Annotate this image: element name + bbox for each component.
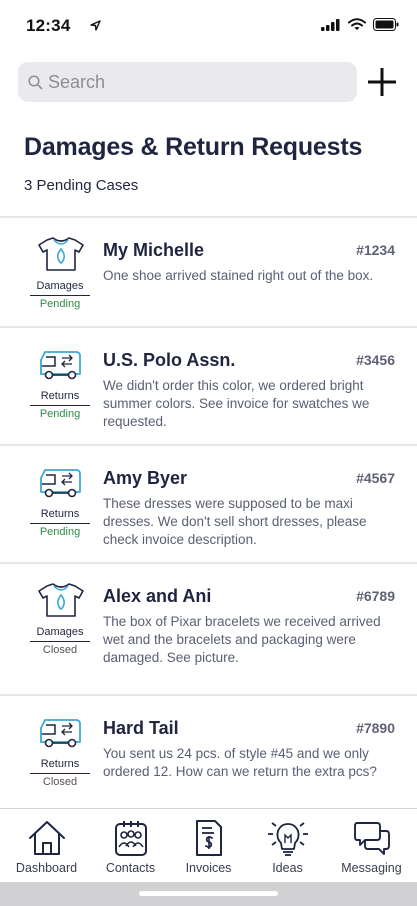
tab-label: Contacts <box>105 861 156 875</box>
case-number: #4567 <box>356 470 395 486</box>
tab-label: Ideas <box>272 861 303 875</box>
contacts-icon <box>114 821 147 856</box>
tab-dashboard[interactable]: Dashboard <box>5 809 88 883</box>
tab-bar: Dashboard Contacts Invoices Ideas Messag… <box>0 808 417 882</box>
truck-icon <box>40 351 81 380</box>
case-type-label: Damages <box>30 626 90 642</box>
search-input[interactable]: Search <box>18 62 357 102</box>
home-indicator-area <box>0 882 417 906</box>
case-number: #7890 <box>356 720 395 736</box>
case-number: #3456 <box>356 352 395 368</box>
case-row[interactable]: Returns Closed Hard Tail #7890 You sent … <box>0 694 417 808</box>
tab-label: Dashboard <box>15 861 78 875</box>
case-row[interactable]: Returns Pending Amy Byer #4567 These dre… <box>0 444 417 563</box>
battery-icon <box>373 18 399 31</box>
case-type-label: Damages <box>30 280 90 296</box>
messaging-icon <box>353 822 390 855</box>
case-number: #1234 <box>356 242 395 258</box>
case-type-label: Returns <box>30 390 90 406</box>
shirt-icon <box>38 237 84 271</box>
tab-ideas[interactable]: Ideas <box>246 809 329 883</box>
truck-icon <box>40 719 81 748</box>
case-description: These dresses were supposed to be maxi d… <box>103 496 367 547</box>
case-row[interactable]: Damages Pending My Michelle #1234 One sh… <box>0 216 417 327</box>
case-number: #6789 <box>356 588 395 604</box>
wifi-icon <box>348 18 366 30</box>
tab-messaging[interactable]: Messaging <box>330 809 413 883</box>
page-title: Damages & Return Requests <box>24 133 363 161</box>
case-row[interactable]: Returns Pending U.S. Polo Assn. #3456 We… <box>0 326 417 445</box>
case-description: One shoe arrived stained right out of th… <box>103 268 374 283</box>
case-brand-name: My Michelle <box>103 240 205 260</box>
tab-contacts[interactable]: Contacts <box>89 809 172 883</box>
case-description: You sent us 24 pcs. of style #45 and we … <box>103 746 377 779</box>
location-arrow-icon <box>90 20 101 31</box>
shirt-icon <box>38 583 84 617</box>
case-description: We didn't order this color, we ordered b… <box>103 378 370 429</box>
case-status-badge: Pending <box>39 526 81 538</box>
case-brand-name: U.S. Polo Assn. <box>103 350 236 370</box>
tab-label: Invoices <box>185 861 232 875</box>
case-status-badge: Closed <box>42 776 78 788</box>
status-bar: 12:34 <box>0 0 417 50</box>
case-brand-name: Alex and Ani <box>103 586 212 606</box>
case-status-badge: Pending <box>39 408 81 420</box>
case-type-label: Returns <box>30 758 90 774</box>
cellular-signal-icon <box>321 18 340 31</box>
search-row: Search <box>18 62 399 104</box>
case-status-badge: Pending <box>39 298 81 310</box>
home-icon <box>28 821 65 855</box>
case-description: The box of Pixar bracelets we received a… <box>103 614 381 665</box>
pending-count: 3 Pending Cases <box>24 177 139 194</box>
home-indicator[interactable] <box>139 891 278 896</box>
case-brand-name: Hard Tail <box>103 718 179 738</box>
case-status-badge: Closed <box>42 644 78 656</box>
search-icon <box>28 74 43 89</box>
add-case-button[interactable] <box>365 62 399 102</box>
case-type-label: Returns <box>30 508 90 524</box>
tab-label: Messaging <box>341 861 402 875</box>
truck-icon <box>40 469 81 498</box>
tab-invoices[interactable]: Invoices <box>167 809 250 883</box>
status-time: 12:34 <box>26 16 71 35</box>
search-placeholder: Search <box>48 71 106 92</box>
plus-icon <box>368 68 396 96</box>
case-row[interactable]: Damages Closed Alex and Ani #6789 The bo… <box>0 562 417 695</box>
lightbulb-icon <box>267 822 308 856</box>
case-brand-name: Amy Byer <box>103 468 188 488</box>
invoice-icon <box>195 820 222 856</box>
